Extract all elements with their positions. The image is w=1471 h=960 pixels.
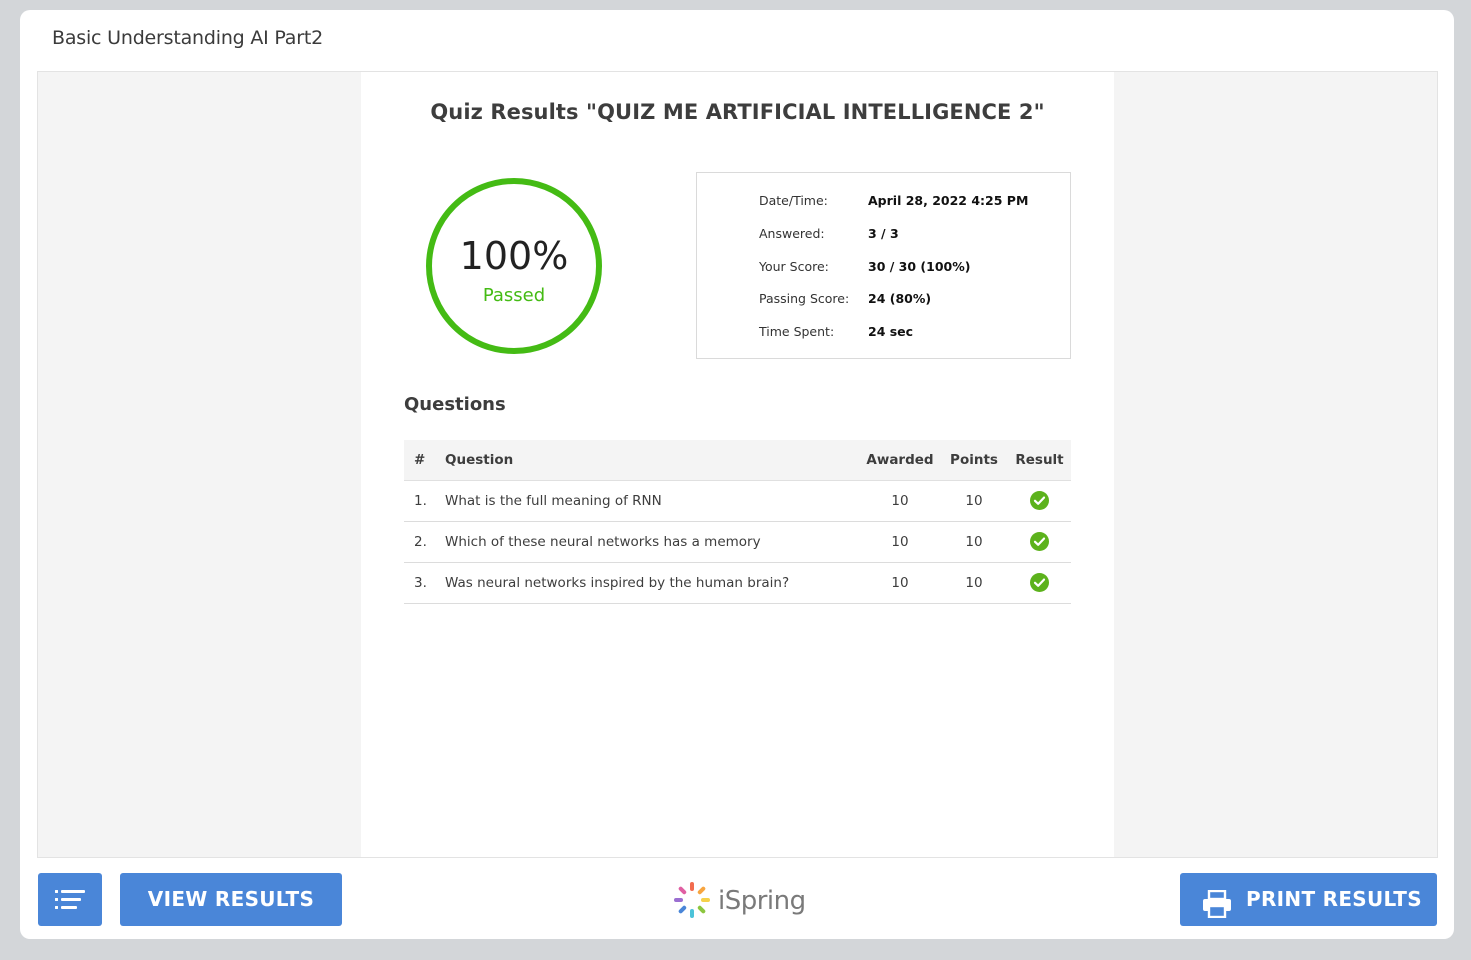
check-circle-icon: [1030, 490, 1049, 510]
summary-value: 24 sec: [868, 324, 914, 339]
result-cell: [1008, 522, 1071, 562]
print-results-label: PRINT RESULTS: [1246, 887, 1422, 911]
summary-value: 3 / 3: [868, 226, 899, 241]
question-text: What is the full meaning of RNN: [445, 493, 662, 509]
ispring-flower-icon: [674, 882, 710, 918]
quiz-window: Basic Understanding AI Part2 Quiz Result…: [20, 10, 1454, 939]
score-percent: 100%: [459, 234, 569, 278]
summary-label: Passing Score:: [759, 291, 850, 306]
menu-button[interactable]: [38, 873, 102, 926]
check-circle-icon: [1030, 531, 1049, 551]
summary-label: Answered:: [759, 226, 825, 241]
table-row[interactable]: 1. What is the full meaning of RNN 10 10: [404, 481, 1071, 522]
question-number: 2.: [414, 534, 427, 550]
col-header-result: Result: [1015, 452, 1064, 468]
results-stage: Quiz Results "QUIZ ME ARTIFICIAL INTELLI…: [37, 71, 1438, 858]
points-value: 10: [965, 575, 983, 591]
table-row[interactable]: 2. Which of these neural networks has a …: [404, 522, 1071, 563]
col-header-points: Points: [950, 452, 998, 468]
result-cell: [1008, 563, 1071, 603]
table-header: # Question Awarded Points Result: [404, 440, 1071, 481]
summary-value: 30 / 30 (100%): [868, 259, 971, 274]
col-header-number: #: [414, 452, 426, 468]
brand-name: iSpring: [718, 886, 806, 916]
view-results-button[interactable]: VIEW RESULTS: [120, 873, 342, 926]
awarded-value: 10: [891, 575, 909, 591]
questions-table: # Question Awarded Points Result 1. What…: [404, 440, 1071, 604]
question-text: Was neural networks inspired by the huma…: [445, 575, 790, 591]
summary-label: Date/Time:: [759, 193, 828, 208]
summary-panel: Date/Time: April 28, 2022 4:25 PM Answer…: [696, 172, 1071, 359]
question-number: 3.: [414, 575, 427, 591]
check-circle-icon: [1030, 572, 1049, 592]
question-number: 1.: [414, 493, 427, 509]
result-cell: [1008, 481, 1071, 521]
awarded-value: 10: [891, 534, 909, 550]
points-value: 10: [965, 493, 983, 509]
results-paper: Quiz Results "QUIZ ME ARTIFICIAL INTELLI…: [361, 72, 1114, 857]
summary-value: 24 (80%): [868, 291, 932, 306]
score-ring: 100% Passed: [426, 178, 602, 354]
pass-status: Passed: [482, 285, 546, 306]
col-header-question: Question: [445, 452, 514, 468]
awarded-value: 10: [891, 493, 909, 509]
col-header-awarded: Awarded: [866, 452, 934, 468]
print-results-button[interactable]: PRINT RESULTS: [1180, 873, 1437, 926]
table-row[interactable]: 3. Was neural networks inspired by the h…: [404, 563, 1071, 604]
printer-icon: [1202, 885, 1232, 938]
summary-value: April 28, 2022 4:25 PM: [868, 193, 1029, 208]
ispring-logo: iSpring: [672, 878, 806, 922]
summary-label: Your Score:: [759, 259, 829, 274]
quiz-title: Quiz Results "QUIZ ME ARTIFICIAL INTELLI…: [430, 100, 1045, 124]
window-title: Basic Understanding AI Part2: [52, 27, 324, 49]
list-icon: [55, 890, 85, 909]
points-value: 10: [965, 534, 983, 550]
summary-label: Time Spent:: [759, 324, 835, 339]
question-text: Which of these neural networks has a mem…: [445, 534, 761, 550]
questions-heading: Questions: [404, 394, 506, 415]
